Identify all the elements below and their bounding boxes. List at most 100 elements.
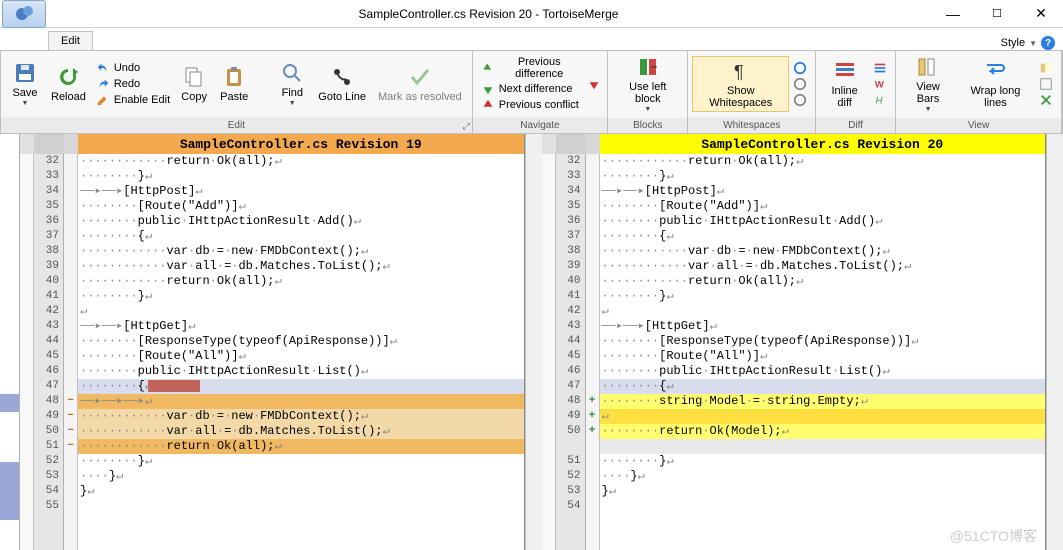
code-line[interactable]: }↵ xyxy=(600,484,1046,499)
right-scrollbar[interactable] xyxy=(1046,134,1063,550)
wrap-lines-button[interactable]: Wrap long lines xyxy=(956,57,1035,111)
code-line[interactable]: ········[Route("All")]↵ xyxy=(600,349,1046,364)
code-line[interactable] xyxy=(78,499,524,514)
tab-edit[interactable]: Edit xyxy=(48,31,93,50)
left-minimap[interactable] xyxy=(20,154,34,550)
code-line[interactable]: ········}↵ xyxy=(78,169,524,184)
code-line[interactable]: ──▸──▸[HttpGet]↵ xyxy=(600,319,1046,334)
right-line-numbers: 3233343536373839404142434445464748495051… xyxy=(556,154,586,550)
redo-button[interactable]: Redo xyxy=(92,76,174,92)
style-dropdown[interactable]: Style ▼ ? xyxy=(1001,36,1063,50)
copy-button[interactable]: Copy xyxy=(174,63,214,105)
code-line[interactable]: ············return·Ok(all);↵ xyxy=(78,274,524,289)
code-line[interactable]: ········public·IHttpActionResult·List()↵ xyxy=(78,364,524,379)
save-button[interactable]: Save▼ xyxy=(5,59,45,110)
close-button[interactable]: ✕ xyxy=(1019,2,1063,26)
ws-opt2[interactable] xyxy=(789,76,811,92)
code-line[interactable]: ········public·IHttpActionResult·List()↵ xyxy=(600,364,1046,379)
code-line[interactable]: ········[Route("Add")]↵ xyxy=(78,199,524,214)
code-line[interactable]: ····}↵ xyxy=(600,469,1046,484)
show-whitespaces-button[interactable]: ¶ Show Whitespaces xyxy=(692,56,789,112)
code-line[interactable]: ········return·Ok(Model);↵ xyxy=(600,424,1046,439)
left-code[interactable]: ············return·Ok(all);↵········}↵──… xyxy=(78,154,524,550)
code-line[interactable]: ········string·Model·=·string.Empty;↵ xyxy=(600,394,1046,409)
code-line[interactable]: ········{↵ xyxy=(78,379,524,394)
code-line[interactable]: ············var·all·=·db.Matches.ToList(… xyxy=(78,424,524,439)
paste-button[interactable]: Paste xyxy=(214,63,254,105)
app-icon[interactable] xyxy=(2,0,46,28)
code-line[interactable]: ········}↵ xyxy=(78,454,524,469)
code-line[interactable]: ············var·db·=·new·FMDbContext();↵ xyxy=(78,244,524,259)
code-line[interactable]: ──▸──▸[HttpGet]↵ xyxy=(78,319,524,334)
code-line[interactable]: ──▸──▸[HttpPost]↵ xyxy=(600,184,1046,199)
group-label-whitespaces: Whitespaces xyxy=(688,117,815,133)
view-opt1[interactable] xyxy=(1035,60,1057,76)
diff-opt2[interactable]: W xyxy=(869,76,891,92)
right-code[interactable]: ············return·Ok(all);↵········}↵──… xyxy=(600,154,1046,550)
diff-opt1[interactable] xyxy=(869,60,891,76)
nav-more-button[interactable] xyxy=(585,75,603,93)
code-line[interactable]: ········}↵ xyxy=(78,289,524,304)
code-line[interactable]: ········[Route("Add")]↵ xyxy=(600,199,1046,214)
code-line[interactable]: ········[ResponseType(typeof(ApiResponse… xyxy=(600,334,1046,349)
use-left-block-button[interactable]: Use left block▼ xyxy=(612,53,683,116)
code-line[interactable]: ············return·Ok(all);↵ xyxy=(78,439,524,454)
ws-opt1[interactable] xyxy=(789,60,811,76)
prev-conflict-button[interactable]: Previous conflict xyxy=(477,97,585,113)
minimize-button[interactable]: — xyxy=(931,2,975,26)
code-line[interactable]: ········{↵ xyxy=(600,379,1046,394)
maximize-button[interactable]: ☐ xyxy=(975,2,1019,26)
code-line[interactable]: ········}↵ xyxy=(600,169,1046,184)
code-line[interactable]: ········}↵ xyxy=(600,289,1046,304)
code-line[interactable]: ········public·IHttpActionResult·Add()↵ xyxy=(78,214,524,229)
reload-button[interactable]: Reload xyxy=(45,63,92,105)
arrow-down-red-icon xyxy=(587,77,601,91)
code-line[interactable]: ············return·Ok(all);↵ xyxy=(600,274,1046,289)
undo-button[interactable]: Undo xyxy=(92,60,174,76)
code-line[interactable] xyxy=(600,499,1046,514)
code-line[interactable]: ············return·Ok(all);↵ xyxy=(600,154,1046,169)
code-line[interactable] xyxy=(600,439,1046,454)
code-line[interactable]: ↵ xyxy=(78,304,524,319)
next-diff-button[interactable]: Next difference xyxy=(477,81,585,97)
reload-icon xyxy=(56,65,80,89)
code-line[interactable]: ──▸──▸[HttpPost]↵ xyxy=(78,184,524,199)
code-line[interactable]: ············var·all·=·db.Matches.ToList(… xyxy=(600,259,1046,274)
code-line[interactable]: ············return·Ok(all);↵ xyxy=(78,154,524,169)
goto-icon xyxy=(330,65,354,89)
code-line[interactable]: ········[ResponseType(typeof(ApiResponse… xyxy=(78,334,524,349)
code-line[interactable]: ↵ xyxy=(600,409,1046,424)
enable-edit-button[interactable]: Enable Edit xyxy=(92,92,174,108)
mark-resolved-button[interactable]: Mark as resolved xyxy=(372,63,468,105)
help-icon[interactable]: ? xyxy=(1041,36,1055,50)
view-bars-button[interactable]: View Bars▼ xyxy=(900,53,956,116)
ws-opt3[interactable] xyxy=(789,92,811,108)
diff-opt3[interactable]: H xyxy=(869,92,891,108)
view-opt2[interactable] xyxy=(1035,76,1057,92)
code-line[interactable]: ──▸──▸──▸↵ xyxy=(78,394,524,409)
overview-gutter[interactable] xyxy=(0,134,20,550)
goto-line-button[interactable]: Goto Line xyxy=(312,63,372,105)
right-minimap[interactable] xyxy=(542,154,556,550)
left-scrollbar[interactable] xyxy=(525,134,542,550)
view2-icon xyxy=(1039,77,1053,91)
code-line[interactable]: ····}↵ xyxy=(78,469,524,484)
svg-text:W: W xyxy=(875,80,885,91)
find-button[interactable]: Find▼ xyxy=(272,59,312,110)
code-line[interactable]: ········[Route("All")]↵ xyxy=(78,349,524,364)
code-line[interactable]: ········}↵ xyxy=(600,454,1046,469)
prev-diff-button[interactable]: Previous difference xyxy=(477,55,585,81)
inline-diff-button[interactable]: Inline diff xyxy=(820,57,869,111)
code-line[interactable]: ········public·IHttpActionResult·Add()↵ xyxy=(600,214,1046,229)
expand-icon[interactable]: ⤢ xyxy=(463,121,470,132)
view-opt3[interactable] xyxy=(1035,92,1057,108)
code-line[interactable]: }↵ xyxy=(78,484,524,499)
code-line[interactable]: ············var·db·=·new·FMDbContext();↵ xyxy=(78,409,524,424)
code-line[interactable]: ············var·db·=·new·FMDbContext();↵ xyxy=(600,244,1046,259)
code-line[interactable]: ············var·all·=·db.Matches.ToList(… xyxy=(78,259,524,274)
code-line[interactable]: ········{↵ xyxy=(600,229,1046,244)
code-line[interactable]: ········{↵ xyxy=(78,229,524,244)
save-icon xyxy=(13,61,37,85)
code-line[interactable]: ↵ xyxy=(600,304,1046,319)
group-label-blocks: Blocks xyxy=(608,118,687,133)
